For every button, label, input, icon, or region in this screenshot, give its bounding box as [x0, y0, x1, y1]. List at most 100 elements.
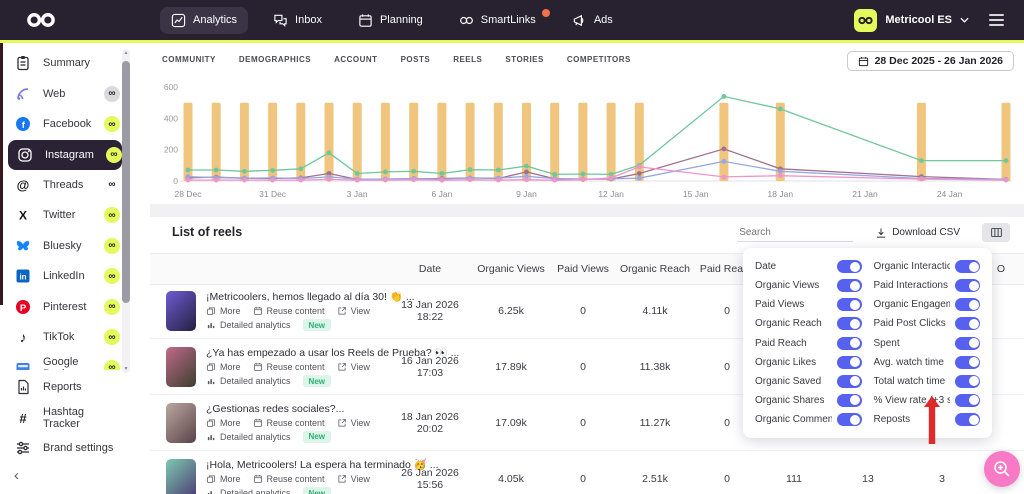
search-input[interactable] [737, 224, 853, 242]
scrollbar-thumb[interactable] [122, 61, 130, 303]
subnav-tab-competitors[interactable]: COMPETITORS [567, 50, 631, 69]
connected-badge: ∞ [106, 147, 122, 163]
nav-tab-smartlinks[interactable]: SmartLinks [448, 7, 547, 34]
view-button[interactable]: View [337, 474, 370, 484]
subnav-tab-demographics[interactable]: DEMOGRAPHICS [239, 50, 311, 69]
nav-tab-analytics[interactable]: Analytics [160, 7, 248, 34]
col-header-organic-reach[interactable]: Organic Reach [614, 263, 696, 275]
svg-text:♪: ♪ [19, 329, 26, 345]
subnav-tab-posts[interactable]: POSTS [401, 50, 431, 69]
view-button[interactable]: View [337, 418, 370, 428]
nav-tab-inbox[interactable]: Inbox [262, 7, 333, 34]
column-toggle-row: Organic Likes [755, 353, 862, 372]
date-range-button[interactable]: 28 Dec 2025 - 26 Jan 2026 [847, 51, 1014, 71]
svg-text:21 Jan: 21 Jan [852, 189, 878, 199]
cell-organic-saved: 13 [830, 473, 906, 485]
column-toggle-row: Spent [874, 334, 981, 353]
analytics-button[interactable]: Detailed analytics [206, 320, 291, 330]
analytics-button[interactable]: Detailed analytics [206, 432, 291, 442]
more-button[interactable]: More [206, 362, 241, 372]
toggle-paid-post-clicks[interactable] [955, 317, 980, 330]
reel-title: ¡Metricoolers, hemos llegado al día 30! … [206, 290, 415, 303]
subnav-tab-account[interactable]: ACCOUNT [334, 50, 378, 69]
reuse-button[interactable]: Reuse content [253, 306, 325, 316]
reel-thumbnail[interactable] [166, 347, 196, 387]
subnav-tab-stories[interactable]: STORIES [505, 50, 543, 69]
nav-tab-ads[interactable]: Ads [561, 7, 624, 34]
sidebar-item-instagram[interactable]: Instagram∞ [8, 140, 122, 170]
toggle-organic-shares[interactable] [837, 394, 862, 407]
metricool-logo-icon[interactable] [26, 12, 56, 28]
reuse-button[interactable]: Reuse content [253, 418, 325, 428]
reuse-button[interactable]: Reuse content [253, 474, 325, 484]
col-header-date[interactable]: Date [390, 263, 470, 275]
toggle-label: Organic Engagement [874, 299, 951, 310]
scroll-up-arrow-icon[interactable]: ▲ [124, 49, 129, 57]
more-button[interactable]: More [206, 474, 241, 484]
view-icon [337, 474, 347, 484]
sidebar-item-hashtag-tracker[interactable]: #Hashtag Tracker [0, 403, 150, 434]
cell-organic-reach: 11.38k [614, 361, 696, 373]
svg-text:18 Jan: 18 Jan [768, 189, 794, 199]
more-button[interactable]: More [206, 306, 241, 316]
nav-tab-planning[interactable]: Planning [347, 7, 434, 34]
toggle-organic-saved[interactable] [837, 375, 862, 388]
toggle-date[interactable] [837, 260, 862, 273]
cell-paid-views: 0 [552, 305, 614, 317]
scroll-down-arrow-icon[interactable]: ▼ [124, 365, 129, 373]
toggle-organic-interactions[interactable] [955, 260, 980, 273]
svg-text:400: 400 [164, 113, 178, 123]
toggle-label: Paid Reach [755, 338, 807, 349]
sidebar-scrollbar[interactable]: ▲ ▼ [122, 49, 130, 373]
facebook-icon: f [14, 116, 31, 133]
toggle-organic-views[interactable] [837, 279, 862, 292]
download-csv-button[interactable]: Download CSV [869, 226, 966, 240]
toggle-organic-likes[interactable] [837, 356, 862, 369]
reuse-icon [253, 474, 263, 484]
calendar-icon [858, 56, 869, 67]
reel-thumbnail[interactable] [166, 403, 196, 443]
reuse-button[interactable]: Reuse content [253, 362, 325, 372]
toggle-avg-watch-time[interactable] [955, 356, 980, 369]
sidebar-item-reports[interactable]: Reports [0, 372, 150, 403]
col-header-paid-views[interactable]: Paid Views [552, 263, 614, 275]
analytics-button[interactable]: Detailed analytics [206, 376, 291, 386]
column-toggle-row: Organic Interactions [874, 257, 981, 276]
toggle-total-watch-time[interactable] [955, 375, 980, 388]
toggle-organic-comments[interactable] [837, 413, 862, 426]
toggle-view-rate-3-sec[interactable] [955, 394, 980, 407]
cell-organic-views: 17.09k [470, 417, 552, 429]
svg-text:0: 0 [173, 176, 178, 186]
toggle-organic-engagement[interactable] [955, 298, 980, 311]
sidebar-item-brand-settings[interactable]: Brand settings [0, 433, 150, 464]
more-button[interactable]: More [206, 418, 241, 428]
toggle-organic-reach[interactable] [837, 317, 862, 330]
subnav-tab-reels[interactable]: REELS [453, 50, 482, 69]
col-header-organic-views[interactable]: Organic Views [470, 263, 552, 275]
view-button[interactable]: View [337, 306, 370, 316]
planning-icon [358, 13, 373, 28]
analytics-button[interactable]: Detailed analytics [206, 488, 291, 494]
view-button[interactable]: View [337, 362, 370, 372]
sidebar-collapse-button[interactable]: ‹ [14, 467, 19, 484]
toggle-paid-interactions[interactable] [955, 279, 980, 292]
menu-icon[interactable] [989, 14, 1004, 26]
chevron-down-icon [960, 17, 969, 23]
toggle-spent[interactable] [955, 337, 980, 350]
more-icon [206, 306, 216, 316]
new-badge: New [303, 375, 331, 387]
column-toggle-row: Total watch time [874, 372, 981, 391]
reel-summary: ¿Gestionas redes sociales?...MoreReuse c… [150, 403, 390, 443]
toggle-paid-reach[interactable] [837, 337, 862, 350]
subnav-tab-community[interactable]: COMMUNITY [162, 50, 216, 69]
column-settings-button[interactable] [982, 223, 1010, 242]
list-title: List of reels [172, 225, 242, 239]
reel-thumbnail[interactable] [166, 291, 196, 331]
toggle-paid-views[interactable] [837, 298, 862, 311]
zoom-search-fab[interactable] [984, 451, 1020, 487]
account-switcher[interactable]: Metricool ES [854, 9, 969, 32]
reel-thumbnail[interactable] [166, 459, 196, 494]
toggle-reposts[interactable] [955, 413, 980, 426]
toggle-label: Total watch time [874, 376, 946, 387]
analytics-subnav: COMMUNITY DEMOGRAPHICS ACCOUNT POSTS REELS ST… [162, 50, 631, 69]
